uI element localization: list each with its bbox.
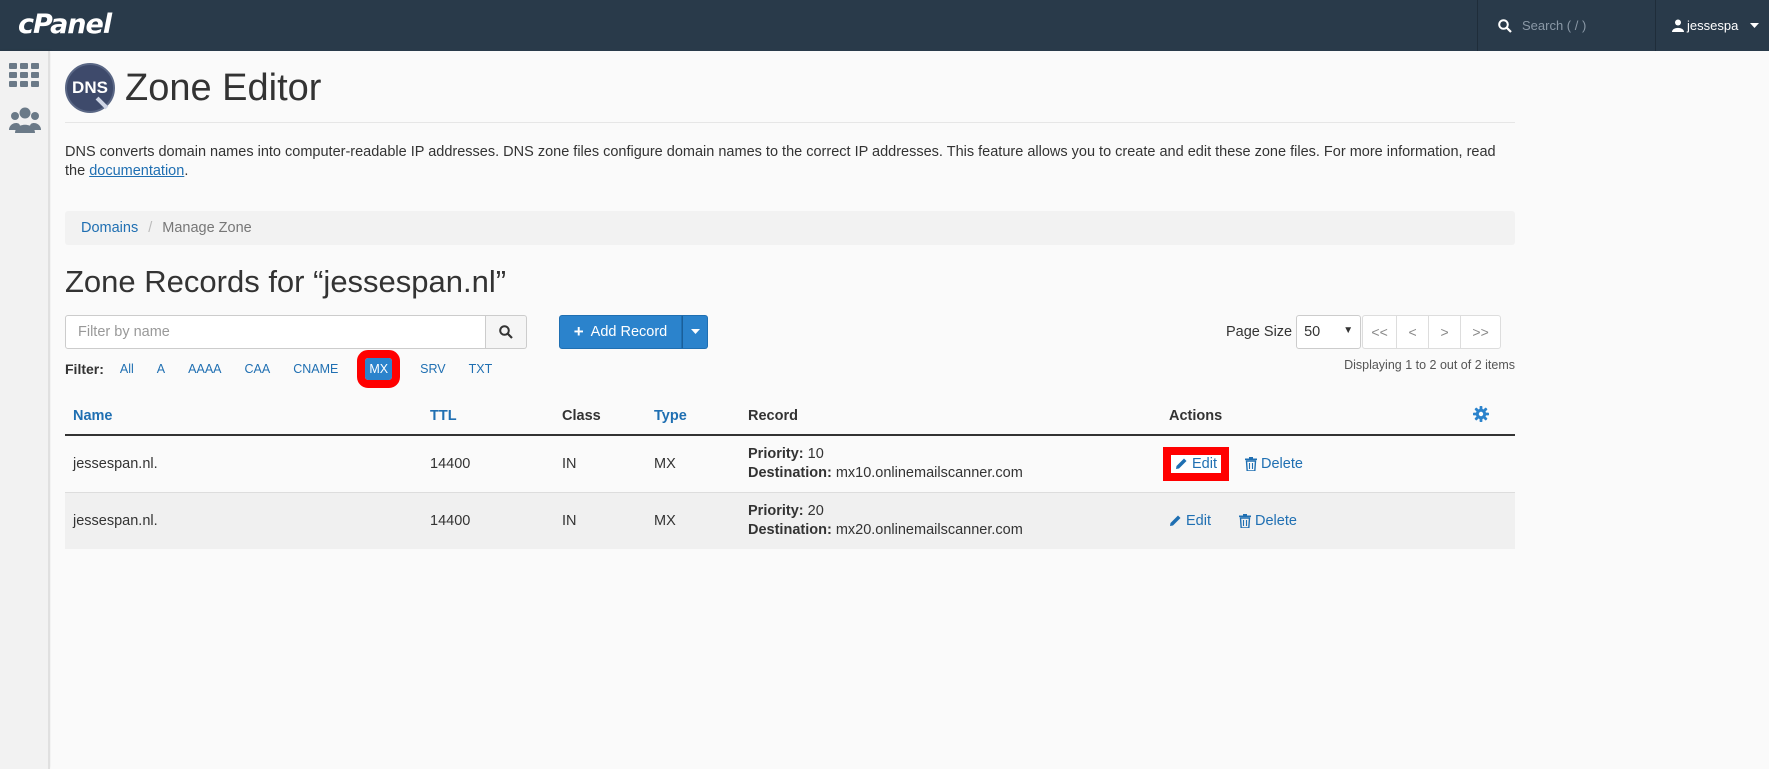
chevron-down-icon (1750, 22, 1760, 28)
breadcrumb-manage-zone: Manage Zone (162, 220, 252, 236)
record-actions: Edit Delete (1161, 492, 1515, 549)
delete-button[interactable]: Delete (1239, 513, 1297, 529)
documentation-link[interactable]: documentation (89, 163, 184, 179)
table-row: jessespan.nl. 14400 IN MX Priority: 10 D… (65, 435, 1515, 493)
next-page-button[interactable]: > (1428, 315, 1462, 349)
filter-by-name-group: Filter by name (65, 315, 527, 349)
pencil-icon (1176, 458, 1187, 470)
filter-aaaa[interactable]: AAAA (188, 358, 221, 380)
column-header-record: Record (740, 397, 1161, 436)
pencil-icon (1170, 515, 1181, 527)
page-size-select[interactable]: 50 ▼ (1296, 315, 1362, 349)
record-details: Priority: 10 Destination: mx10.onlinemai… (740, 435, 1161, 493)
main-content: DNS Zone Editor DNS converts domain name… (51, 51, 1769, 769)
gear-icon[interactable] (1473, 405, 1489, 422)
record-class: IN (554, 492, 646, 549)
displaying-count: Displaying 1 to 2 out of 2 items (1344, 358, 1515, 372)
page-header: DNS Zone Editor (65, 63, 321, 113)
delete-button[interactable]: Delete (1245, 456, 1303, 472)
filter-txt[interactable]: TXT (469, 358, 493, 380)
add-record-dropdown-toggle[interactable] (682, 315, 708, 349)
record-priority: 20 (807, 502, 824, 519)
search-icon (1498, 18, 1512, 33)
chevron-down-icon (690, 329, 700, 334)
cpanel-logo[interactable]: cPanel (18, 9, 112, 40)
column-header-type[interactable]: Type (646, 397, 740, 436)
breadcrumb: Domains / Manage Zone (65, 211, 1515, 245)
left-sidebar (0, 51, 50, 769)
record-priority: 10 (807, 445, 824, 462)
type-filter: Filter: All A AAAA CAA CNAME MX SRV TXT (65, 350, 515, 388)
divider (65, 122, 1515, 123)
record-destination: mx10.onlinemailscanner.com (835, 464, 1023, 481)
filter-a[interactable]: A (157, 358, 165, 380)
filter-label: Filter: (65, 361, 104, 377)
trash-icon (1239, 513, 1251, 528)
page-size-label: Page Size (1226, 324, 1293, 340)
filter-caa[interactable]: CAA (245, 358, 271, 380)
global-search[interactable]: Search ( / ) (1477, 0, 1656, 51)
record-ttl: 14400 (422, 435, 554, 493)
trash-icon (1245, 456, 1257, 471)
table-row: jessespan.nl. 14400 IN MX Priority: 20 D… (65, 492, 1515, 549)
edit-button[interactable]: Edit (1163, 446, 1229, 481)
add-record-button[interactable]: + Add Record (559, 315, 682, 349)
filter-by-name-input[interactable]: Filter by name (65, 315, 486, 349)
user-menu[interactable]: jessespa (1672, 0, 1762, 51)
users-icon[interactable] (9, 106, 41, 136)
filter-cname[interactable]: CNAME (293, 358, 338, 380)
record-name: jessespan.nl. (65, 435, 422, 493)
pagination: Page Size 50 ▼ << < > >> (1226, 315, 1502, 349)
apps-grid-icon[interactable] (9, 63, 39, 87)
first-page-button[interactable]: << (1362, 315, 1398, 349)
add-record-group: + Add Record (559, 315, 708, 349)
column-header-name[interactable]: Name (65, 397, 422, 436)
dns-icon: DNS (65, 63, 115, 113)
filter-mx[interactable]: MX (357, 350, 401, 388)
column-settings[interactable] (1465, 397, 1515, 436)
column-header-ttl[interactable]: TTL (422, 397, 554, 436)
record-type: MX (646, 435, 740, 493)
zone-records-title: Zone Records for “jessespan.nl” (65, 264, 507, 299)
chevron-down-icon: ▼ (1343, 325, 1354, 336)
column-header-actions: Actions (1161, 397, 1465, 436)
zone-records-table: Name TTL Class Type Record Actions jesse… (65, 397, 1515, 549)
record-ttl: 14400 (422, 492, 554, 549)
record-details: Priority: 20 Destination: mx20.onlinemai… (740, 492, 1161, 549)
user-icon (1672, 19, 1684, 32)
record-destination: mx20.onlinemailscanner.com (835, 521, 1023, 538)
page-description: DNS converts domain names into computer-… (65, 144, 1496, 179)
record-actions: Edit Delete (1161, 435, 1515, 493)
record-type: MX (646, 492, 740, 549)
search-icon (499, 325, 513, 339)
top-navbar: cPanel Search ( / ) jessespa (0, 0, 1769, 51)
filter-search-button[interactable] (486, 315, 527, 349)
filter-all[interactable]: All (120, 358, 134, 380)
previous-page-button[interactable]: < (1396, 315, 1430, 349)
record-class: IN (554, 435, 646, 493)
search-placeholder: Search ( / ) (1522, 18, 1587, 33)
filter-srv[interactable]: SRV (420, 358, 445, 380)
plus-icon: + (573, 322, 584, 341)
page-title: Zone Editor (125, 66, 322, 109)
column-header-class: Class (554, 397, 646, 436)
last-page-button[interactable]: >> (1460, 315, 1502, 349)
record-name: jessespan.nl. (65, 492, 422, 549)
edit-button[interactable]: Edit (1169, 513, 1211, 529)
username: jessespa (1687, 18, 1739, 33)
breadcrumb-domains[interactable]: Domains (81, 220, 138, 236)
